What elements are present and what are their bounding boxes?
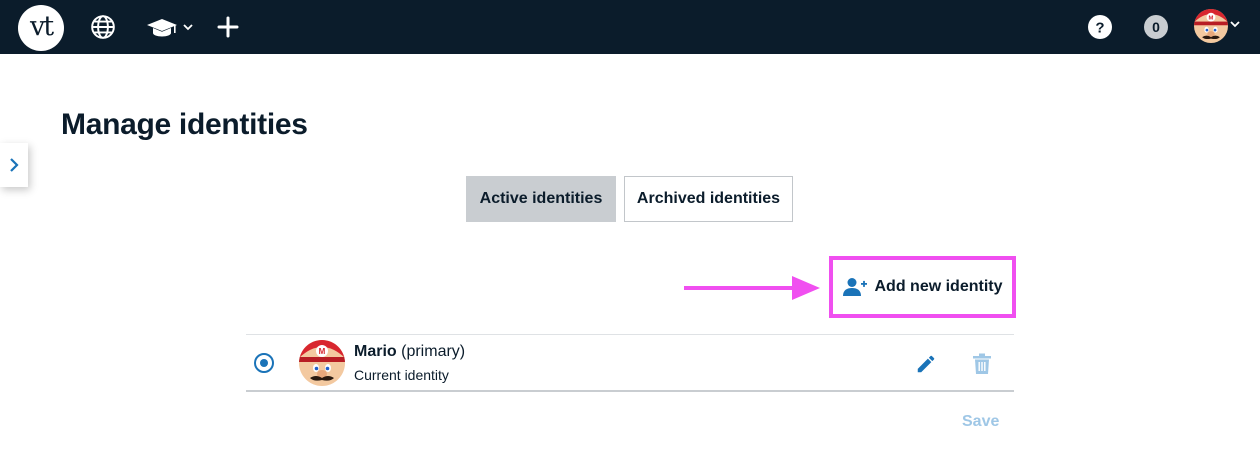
- add-new-identity-label: Add new identity: [874, 278, 1003, 295]
- graduation-cap-icon: [147, 19, 177, 37]
- page-title: Manage identities: [61, 108, 308, 141]
- svg-text:M: M: [319, 347, 326, 356]
- edit-identity-button[interactable]: [915, 353, 937, 375]
- svg-text:?: ?: [1095, 20, 1104, 37]
- notification-badge[interactable]: 0: [1144, 15, 1168, 39]
- trash-icon: [973, 353, 991, 374]
- save-button[interactable]: Save: [962, 413, 999, 431]
- svg-text:M: M: [1209, 15, 1214, 21]
- pencil-icon: [917, 355, 935, 373]
- identity-avatar: M: [299, 340, 345, 386]
- identity-name: Mario: [354, 343, 397, 360]
- logo[interactable]: vt: [18, 5, 64, 51]
- identity-radio[interactable]: [254, 353, 274, 373]
- globe-icon[interactable]: [90, 14, 116, 40]
- plus-icon[interactable]: [215, 14, 241, 40]
- identity-name-line: Mario (primary): [354, 343, 465, 361]
- drawer-toggle[interactable]: [0, 143, 28, 187]
- chevron-down-icon[interactable]: [1229, 17, 1241, 35]
- courses-menu[interactable]: [145, 14, 195, 40]
- delete-identity-button[interactable]: [972, 353, 992, 375]
- chevron-right-icon: [10, 158, 19, 172]
- annotation-arrow: [684, 276, 824, 300]
- tab-archived-identities[interactable]: Archived identities: [624, 176, 793, 222]
- identity-tag: (primary): [401, 343, 466, 360]
- identity-row: M Mario (primary) Current identity: [246, 334, 1014, 392]
- add-new-identity-button[interactable]: Add new identity: [829, 256, 1016, 318]
- identity-status: Current identity: [354, 367, 449, 383]
- help-icon[interactable]: ?: [1087, 14, 1113, 40]
- user-avatar[interactable]: M: [1194, 9, 1228, 43]
- chevron-down-icon: [183, 24, 193, 31]
- tab-active-identities[interactable]: Active identities: [466, 176, 616, 222]
- add-user-icon: [842, 278, 867, 296]
- top-navbar: vt ? 0 M: [0, 0, 1260, 54]
